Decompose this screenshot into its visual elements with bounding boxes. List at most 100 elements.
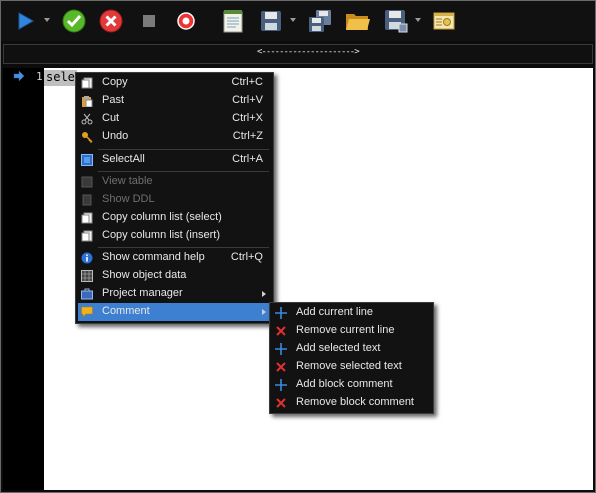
submenu-item-label: Remove block comment bbox=[296, 396, 414, 408]
menu-item-label: Project manager bbox=[102, 287, 183, 299]
context-menu: Copy Ctrl+C Past Ctrl+V Cut Ctrl+X Undo … bbox=[75, 72, 274, 324]
paste-icon bbox=[81, 95, 93, 107]
open-folder-icon bbox=[346, 14, 370, 30]
menu-item-comment[interactable]: Comment bbox=[78, 303, 271, 321]
commit-icon bbox=[62, 9, 86, 33]
save-all-button[interactable] bbox=[306, 7, 334, 35]
plus-icon bbox=[275, 307, 287, 319]
stop-icon bbox=[143, 15, 155, 27]
x-icon bbox=[275, 325, 287, 337]
save-button[interactable] bbox=[257, 7, 285, 35]
record-icon bbox=[177, 12, 195, 30]
menu-item-label: SelectAll bbox=[102, 153, 145, 165]
menu-item-copy[interactable]: Copy Ctrl+C bbox=[78, 74, 271, 92]
toolbar bbox=[1, 1, 595, 41]
key-icon bbox=[81, 131, 93, 143]
menu-separator bbox=[98, 171, 269, 172]
plus-icon bbox=[275, 343, 287, 355]
notes-button[interactable] bbox=[219, 7, 247, 35]
menu-item-label: Show command help bbox=[102, 251, 205, 263]
menu-item-copy-column-list-insert[interactable]: Copy column list (insert) bbox=[78, 227, 271, 245]
rollback-button[interactable] bbox=[97, 7, 125, 35]
splitter-handle[interactable]: <---------------------> bbox=[257, 47, 360, 57]
execute-button[interactable] bbox=[11, 7, 39, 35]
x-icon bbox=[275, 361, 287, 373]
menu-item-label: Show DDL bbox=[102, 193, 155, 205]
current-line-arrow-icon bbox=[13, 71, 25, 81]
stop-button[interactable] bbox=[135, 7, 163, 35]
menu-item-shortcut: Ctrl+Q bbox=[230, 251, 263, 263]
x-icon bbox=[275, 397, 287, 409]
menu-item-shortcut: Ctrl+Z bbox=[232, 130, 263, 142]
menu-item-label: Undo bbox=[102, 130, 129, 142]
properties-button[interactable] bbox=[430, 7, 458, 35]
save-icon bbox=[261, 11, 281, 31]
plus-icon bbox=[275, 379, 287, 391]
submenu-item-label: Add current line bbox=[296, 306, 374, 318]
submenu-arrow-icon bbox=[262, 309, 266, 315]
comment-icon bbox=[81, 306, 93, 318]
submenu-item-add-current-line[interactable]: Add current line bbox=[272, 304, 431, 322]
save-as-button[interactable] bbox=[382, 7, 410, 35]
menu-item-label: Copy column list (select) bbox=[102, 211, 222, 223]
menu-item-show-ddl: Show DDL bbox=[78, 191, 271, 209]
copy-icon bbox=[81, 212, 93, 224]
commit-button[interactable] bbox=[60, 7, 88, 35]
save-dropdown-icon[interactable] bbox=[290, 18, 296, 22]
splitter-bar[interactable]: <---------------------> bbox=[3, 44, 593, 64]
menu-item-label: Comment bbox=[102, 305, 150, 317]
submenu-item-label: Remove selected text bbox=[296, 360, 402, 372]
menu-item-label: Past bbox=[102, 94, 125, 106]
comment-submenu: Add current line Remove current line Add… bbox=[269, 302, 434, 414]
save-as-icon bbox=[385, 10, 408, 33]
menu-item-label: Cut bbox=[102, 112, 120, 124]
table-icon bbox=[81, 176, 93, 188]
select-all-icon bbox=[81, 154, 93, 166]
line-number: 1 bbox=[36, 70, 43, 83]
menu-item-label: View table bbox=[102, 175, 153, 187]
grid-icon bbox=[81, 270, 93, 282]
info-icon bbox=[81, 252, 93, 264]
menu-item-show-command-help[interactable]: Show command help Ctrl+Q bbox=[78, 249, 271, 267]
submenu-item-label: Add selected text bbox=[296, 342, 381, 354]
submenu-item-label: Add block comment bbox=[296, 378, 393, 390]
submenu-item-add-block-comment[interactable]: Add block comment bbox=[272, 376, 431, 394]
menu-item-show-object-data[interactable]: Show object data bbox=[78, 267, 271, 285]
execute-icon bbox=[18, 12, 35, 30]
save-all-icon bbox=[309, 10, 331, 32]
execute-dropdown-icon[interactable] bbox=[44, 18, 50, 22]
editor-gutter: 1 bbox=[3, 68, 44, 490]
submenu-item-remove-current-line[interactable]: Remove current line bbox=[272, 322, 431, 340]
menu-item-shortcut: Ctrl+C bbox=[231, 76, 263, 88]
menu-separator bbox=[98, 247, 269, 248]
open-button[interactable] bbox=[344, 7, 372, 35]
record-button[interactable] bbox=[172, 7, 200, 35]
rollback-icon bbox=[99, 9, 123, 33]
menu-item-label: Show object data bbox=[102, 269, 187, 281]
menu-item-project-manager[interactable]: Project manager bbox=[78, 285, 271, 303]
editor-selected-text[interactable]: sele bbox=[44, 70, 77, 86]
menu-item-shortcut: Ctrl+V bbox=[232, 94, 263, 106]
submenu-item-remove-selected-text[interactable]: Remove selected text bbox=[272, 358, 431, 376]
menu-item-shortcut: Ctrl+X bbox=[232, 112, 263, 124]
notes-icon bbox=[223, 10, 243, 33]
save-as-dropdown-icon[interactable] bbox=[415, 18, 421, 22]
menu-item-undo[interactable]: Undo Ctrl+Z bbox=[78, 128, 271, 146]
ddl-icon bbox=[81, 194, 93, 206]
menu-item-label: Copy column list (insert) bbox=[102, 229, 220, 241]
menu-item-shortcut: Ctrl+A bbox=[232, 153, 263, 165]
submenu-item-add-selected-text[interactable]: Add selected text bbox=[272, 340, 431, 358]
copy-icon bbox=[81, 230, 93, 242]
scissors-icon bbox=[81, 113, 93, 125]
submenu-item-remove-block-comment[interactable]: Remove block comment bbox=[272, 394, 431, 412]
submenu-arrow-icon bbox=[262, 291, 266, 297]
menu-item-view-table: View table bbox=[78, 173, 271, 191]
menu-item-select-all[interactable]: SelectAll Ctrl+A bbox=[78, 151, 271, 169]
briefcase-icon bbox=[81, 288, 93, 300]
menu-item-label: Copy bbox=[102, 76, 128, 88]
menu-separator bbox=[98, 149, 269, 150]
submenu-item-label: Remove current line bbox=[296, 324, 395, 336]
menu-item-paste[interactable]: Past Ctrl+V bbox=[78, 92, 271, 110]
menu-item-cut[interactable]: Cut Ctrl+X bbox=[78, 110, 271, 128]
menu-item-copy-column-list-select[interactable]: Copy column list (select) bbox=[78, 209, 271, 227]
